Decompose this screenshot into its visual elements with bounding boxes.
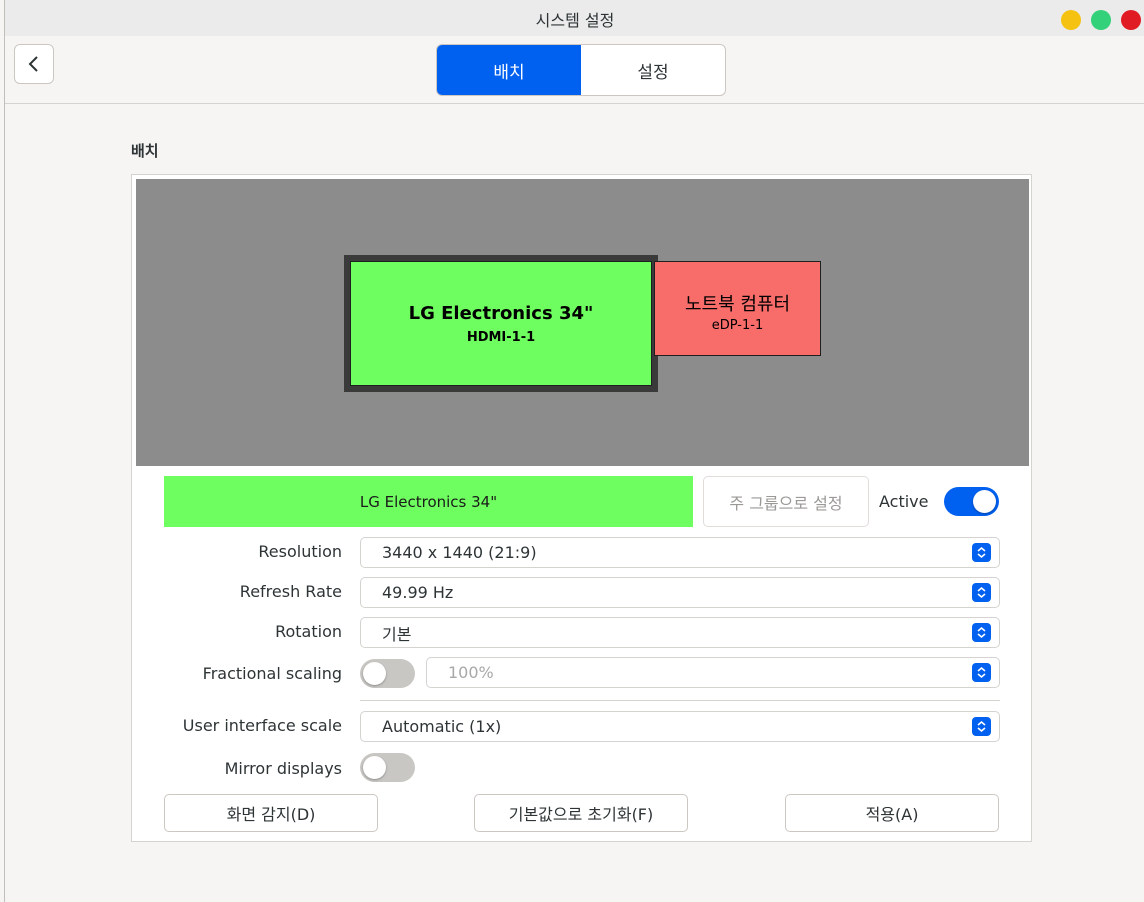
rotation-select[interactable]: 기본 <box>360 617 1000 648</box>
rotation-label: Rotation <box>275 622 342 641</box>
titlebar: 시스템 설정 <box>5 0 1144 36</box>
tab-arrangement[interactable]: 배치 <box>437 45 581 95</box>
reset-defaults-button[interactable]: 기본값으로 초기화(F) <box>474 794 688 832</box>
section-title: 배치 <box>131 142 159 160</box>
toggle-knob <box>363 756 386 779</box>
window-title: 시스템 설정 <box>535 11 615 30</box>
refresh-rate-label: Refresh Rate <box>239 582 342 601</box>
selected-monitor-label: LG Electronics 34" <box>164 476 693 527</box>
chevron-updown-icon <box>972 717 991 736</box>
monitor-connector: HDMI-1-1 <box>466 329 536 345</box>
fractional-scaling-toggle[interactable] <box>360 659 415 688</box>
rotation-value: 기본 <box>382 624 412 644</box>
monitor-lg[interactable]: LG Electronics 34" HDMI-1-1 <box>350 261 652 386</box>
display-arrangement-canvas[interactable]: LG Electronics 34" HDMI-1-1 노트북 컴퓨터 eDP-… <box>136 179 1029 466</box>
monitor-name: 노트북 컴퓨터 <box>684 294 791 315</box>
detect-displays-button[interactable]: 화면 감지(D) <box>164 794 378 832</box>
refresh-rate-value: 49.99 Hz <box>382 583 454 602</box>
headerbar: 배치 설정 <box>5 36 1144 104</box>
chevron-left-icon <box>28 56 38 72</box>
ui-scale-select[interactable]: Automatic (1x) <box>360 711 1000 742</box>
active-toggle[interactable] <box>944 487 999 516</box>
fractional-scaling-label: Fractional scaling <box>202 664 342 683</box>
monitor-laptop[interactable]: 노트북 컴퓨터 eDP-1-1 <box>654 261 821 356</box>
toggle-knob <box>973 490 996 513</box>
display-panel: LG Electronics 34" HDMI-1-1 노트북 컴퓨터 eDP-… <box>131 174 1032 842</box>
maximize-button[interactable] <box>1091 10 1111 30</box>
tab-settings[interactable]: 설정 <box>581 45 725 95</box>
view-switcher: 배치 설정 <box>436 44 726 96</box>
set-primary-button[interactable]: 주 그룹으로 설정 <box>703 476 869 527</box>
monitor-name: LG Electronics 34" <box>408 302 594 324</box>
resolution-select[interactable]: 3440 x 1440 (21:9) <box>360 537 1000 568</box>
monitor-connector: eDP-1-1 <box>711 318 764 333</box>
ui-scale-label: User interface scale <box>182 716 342 735</box>
chevron-updown-icon <box>972 583 991 602</box>
chevron-updown-icon <box>972 543 991 562</box>
refresh-rate-select[interactable]: 49.99 Hz <box>360 577 1000 608</box>
ui-scale-value: Automatic (1x) <box>382 717 502 736</box>
fractional-scaling-value: 100% <box>448 663 494 682</box>
toggle-knob <box>363 662 386 685</box>
minimize-button[interactable] <box>1061 10 1081 30</box>
mirror-displays-label: Mirror displays <box>224 759 342 778</box>
resolution-value: 3440 x 1440 (21:9) <box>382 543 537 562</box>
settings-window: 시스템 설정 배치 설정 배치 LG Electronics 34" HDMI-… <box>4 0 1144 902</box>
chevron-updown-icon <box>972 663 991 682</box>
active-label: Active <box>879 492 929 511</box>
chevron-updown-icon <box>972 623 991 642</box>
mirror-displays-toggle[interactable] <box>360 753 415 782</box>
fractional-scaling-select[interactable]: 100% <box>426 657 1000 688</box>
apply-button[interactable]: 적용(A) <box>785 794 999 832</box>
close-button[interactable] <box>1121 10 1141 30</box>
resolution-label: Resolution <box>258 542 342 561</box>
divider <box>360 700 1000 701</box>
back-button[interactable] <box>14 44 54 84</box>
